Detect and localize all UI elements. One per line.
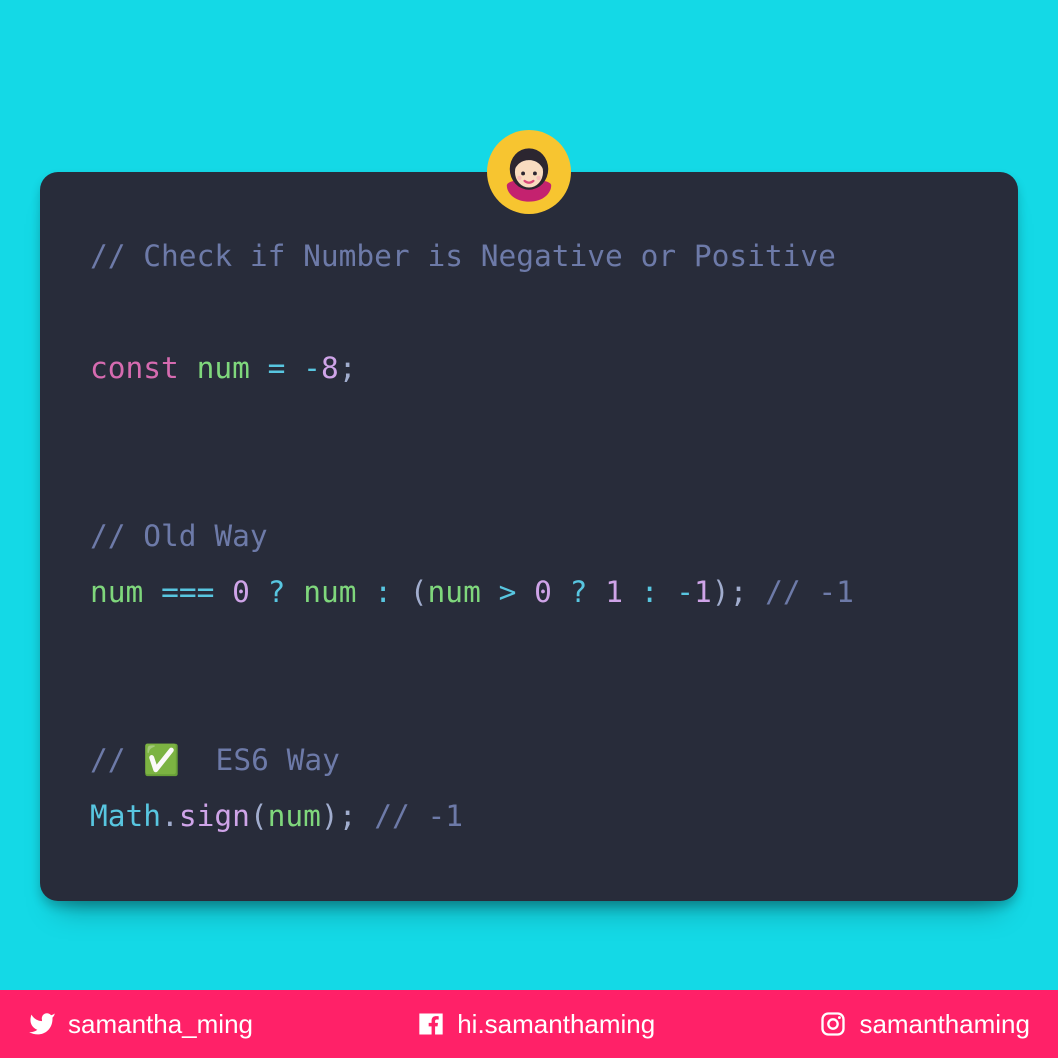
facebook-handle: hi.samanthaming xyxy=(457,1009,655,1040)
comment-result: // -1 xyxy=(374,799,463,833)
math-class: Math xyxy=(90,799,161,833)
check-emoji: ✅ xyxy=(143,743,180,777)
social-instagram[interactable]: samanthaming xyxy=(819,1009,1030,1040)
twitter-handle: samantha_ming xyxy=(68,1009,253,1040)
rparen: ) xyxy=(712,575,730,609)
instagram-handle: samanthaming xyxy=(859,1009,1030,1040)
identifier-num: num xyxy=(303,575,356,609)
question-op: ? xyxy=(268,575,286,609)
rparen: ) xyxy=(321,799,339,833)
gt-op: > xyxy=(499,575,517,609)
literal-0: 0 xyxy=(232,575,250,609)
comment-es6-prefix: // xyxy=(90,743,143,777)
literal-1: 1 xyxy=(605,575,623,609)
identifier-num: num xyxy=(90,575,143,609)
identifier-num: num xyxy=(268,799,321,833)
semicolon: ; xyxy=(339,799,357,833)
dot: . xyxy=(161,799,179,833)
identifier-num: num xyxy=(197,351,250,385)
colon-op: : xyxy=(641,575,659,609)
literal-8: 8 xyxy=(321,351,339,385)
footer: samantha_ming hi.samanthaming samanthami… xyxy=(0,990,1058,1058)
const-keyword: const xyxy=(90,351,179,385)
semicolon: ; xyxy=(730,575,748,609)
avatar-illustration xyxy=(492,135,566,209)
comment-es6-suffix: ES6 Way xyxy=(180,743,340,777)
comment-line-1: // Check if Number is Negative or Positi… xyxy=(90,239,836,273)
social-twitter[interactable]: samantha_ming xyxy=(28,1009,253,1040)
social-facebook[interactable]: hi.samanthaming xyxy=(417,1009,655,1040)
question-op: ? xyxy=(570,575,588,609)
assign-op: = xyxy=(268,351,286,385)
comment-result: // -1 xyxy=(765,575,854,609)
twitter-icon xyxy=(28,1010,56,1038)
lparen: ( xyxy=(250,799,268,833)
avatar xyxy=(487,130,571,214)
facebook-icon xyxy=(417,1010,445,1038)
code-block: // Check if Number is Negative or Positi… xyxy=(90,228,968,845)
strict-eq-op: === xyxy=(161,575,214,609)
identifier-num: num xyxy=(428,575,481,609)
sign-method: sign xyxy=(179,799,250,833)
minus-op: - xyxy=(303,351,321,385)
instagram-icon xyxy=(819,1010,847,1038)
literal-1: 1 xyxy=(694,575,712,609)
minus-op: - xyxy=(676,575,694,609)
semicolon: ; xyxy=(339,351,357,385)
colon-op: : xyxy=(374,575,392,609)
lparen: ( xyxy=(410,575,428,609)
literal-0: 0 xyxy=(534,575,552,609)
code-card: // Check if Number is Negative or Positi… xyxy=(40,172,1018,901)
comment-old-way: // Old Way xyxy=(90,519,268,553)
